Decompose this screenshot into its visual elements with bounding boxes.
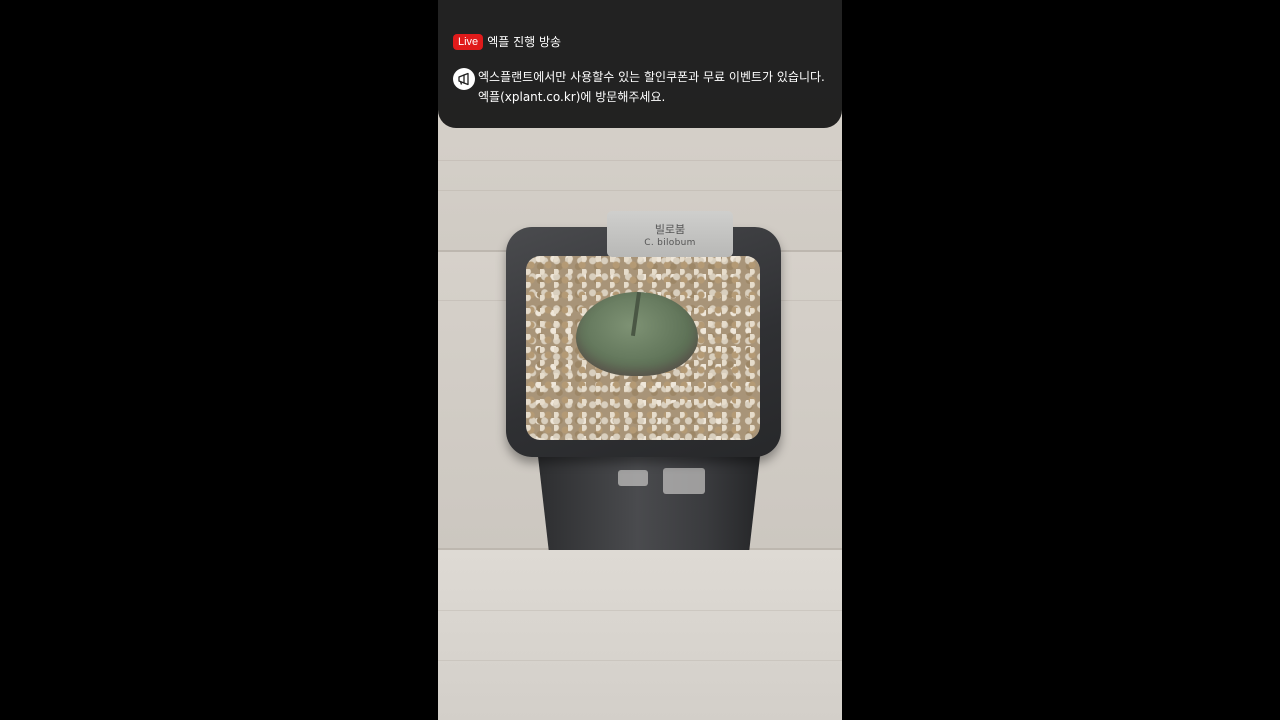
pot-scuff [663, 468, 705, 494]
video-frame: 빌로붐 C. bilobum Live 엑플 진행 방송 엑스플랜트에서만 사용… [438, 0, 842, 720]
plant-label-latin: C. bilobum [644, 238, 696, 248]
live-row: Live 엑플 진행 방송 [453, 33, 561, 50]
plant-label-korean: 빌로붐 [654, 223, 686, 236]
notice-text: 엑스플랜트에서만 사용할수 있는 할인쿠폰과 무료 이벤트가 있습니다. 엑플(… [478, 67, 840, 107]
notice-line-1: 엑스플랜트에서만 사용할수 있는 할인쿠폰과 무료 이벤트가 있습니다. [478, 70, 825, 84]
floor-plank [438, 550, 842, 720]
pot-scuff [618, 470, 648, 486]
live-info-overlay: Live 엑플 진행 방송 엑스플랜트에서만 사용할수 있는 할인쿠폰과 무료 … [438, 0, 842, 128]
notice-line-2: 엑플(xplant.co.kr)에 방문해주세요. [478, 90, 666, 104]
notice-row: 엑스플랜트에서만 사용할수 있는 할인쿠폰과 무료 이벤트가 있습니다. 엑플(… [453, 68, 840, 107]
stream-title: 엑플 진행 방송 [487, 35, 562, 49]
plant-label-stake: 빌로붐 C. bilobum [607, 211, 733, 257]
live-badge: Live [453, 33, 484, 50]
megaphone-icon [453, 68, 475, 90]
